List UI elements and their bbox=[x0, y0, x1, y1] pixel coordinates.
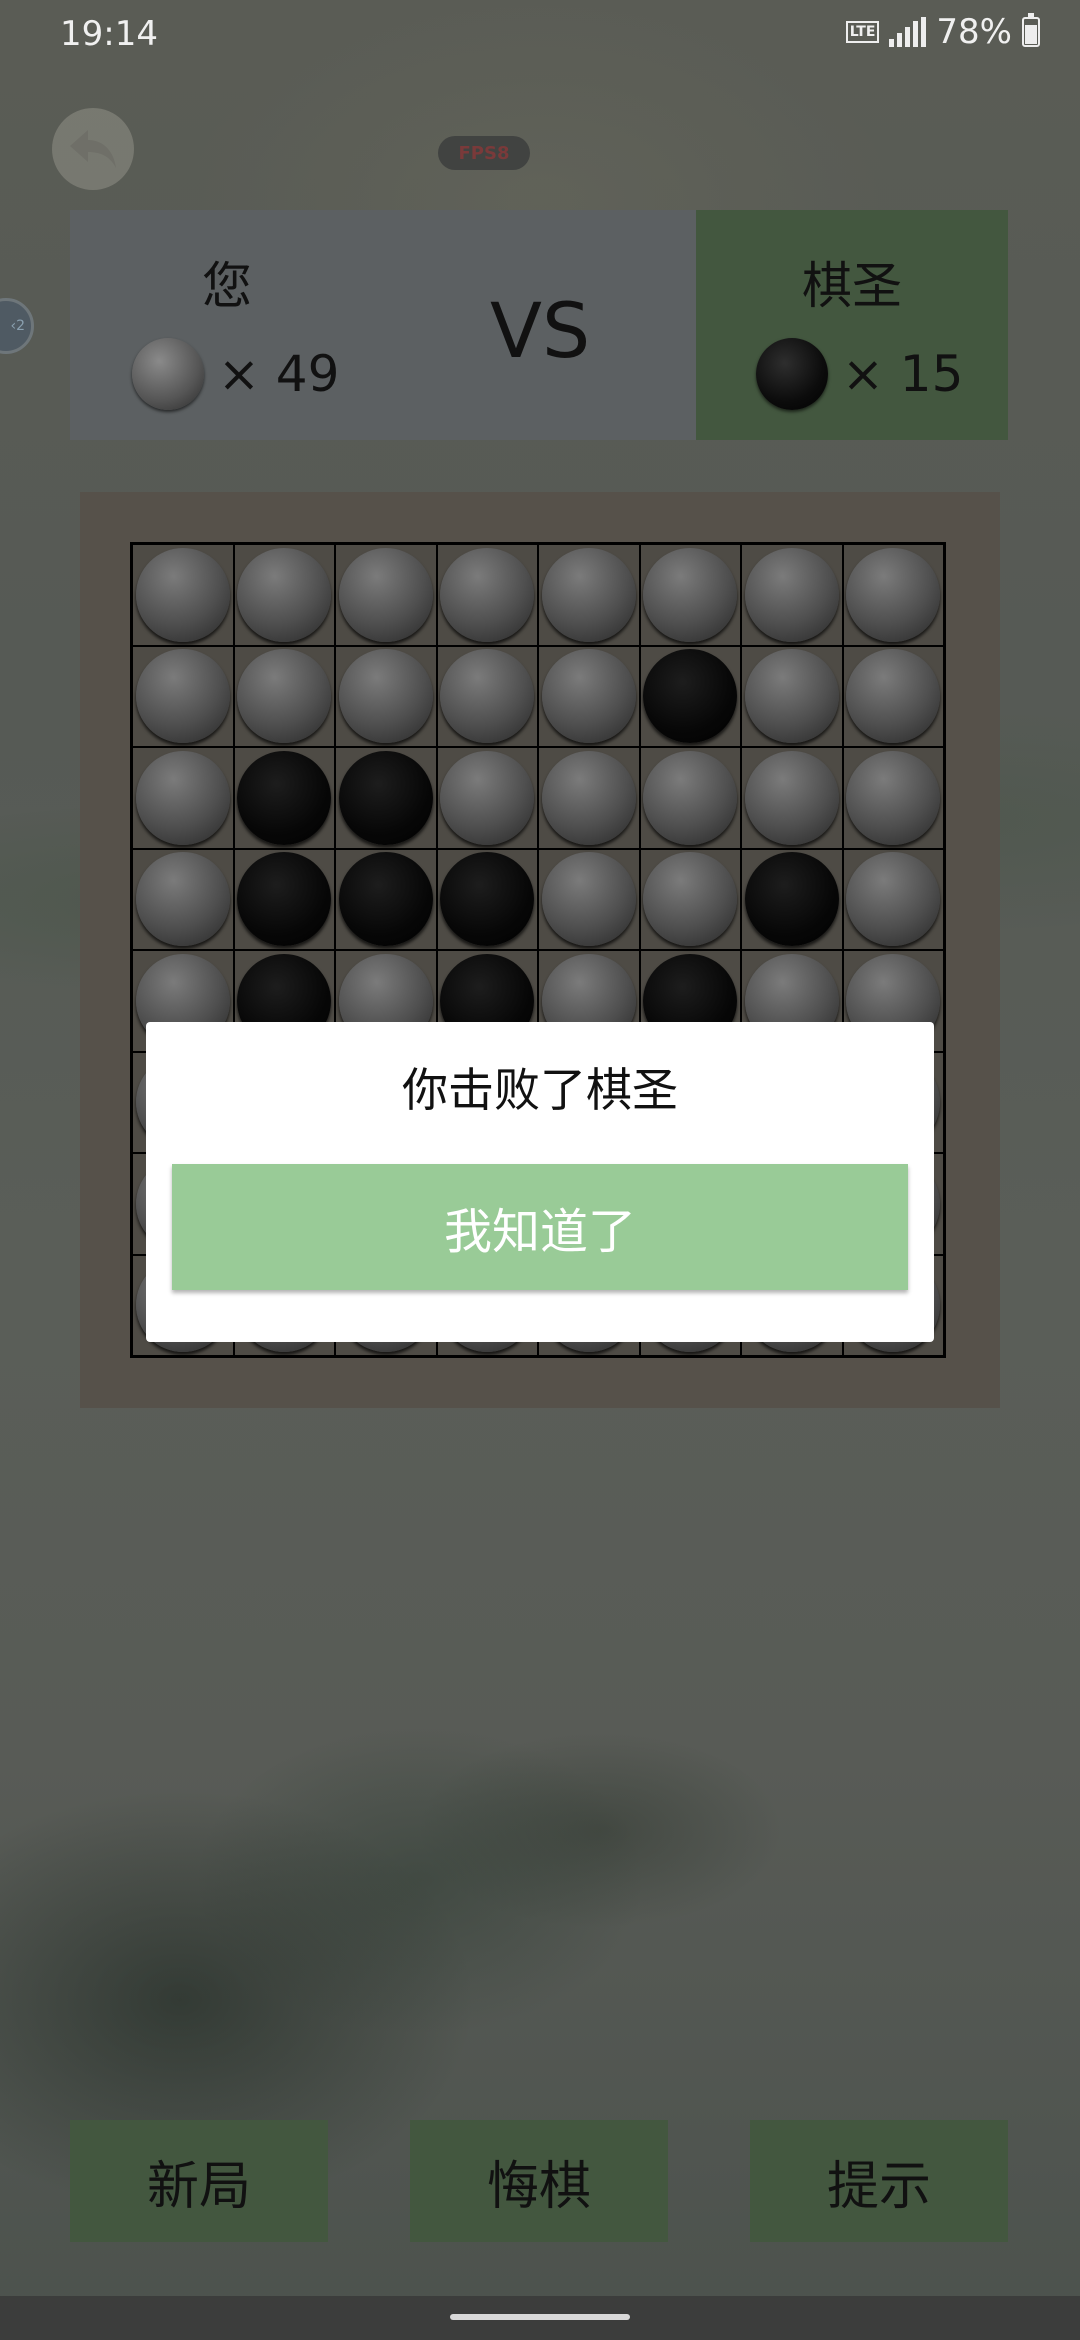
board-cell[interactable] bbox=[436, 848, 538, 950]
hint-button[interactable]: 提示 bbox=[750, 2120, 1008, 2242]
board-cell[interactable] bbox=[233, 544, 335, 646]
black-stone bbox=[643, 649, 738, 744]
gray-stone bbox=[643, 547, 738, 642]
gray-stone bbox=[541, 852, 636, 947]
player-count: × 49 bbox=[218, 345, 340, 403]
black-stone bbox=[237, 852, 332, 947]
board-cell[interactable] bbox=[233, 645, 335, 747]
board-cell[interactable] bbox=[639, 645, 741, 747]
result-message: 你击败了棋圣 bbox=[402, 1063, 678, 1117]
battery-icon bbox=[1022, 13, 1040, 47]
status-time: 19:14 bbox=[60, 14, 158, 54]
black-piece-icon bbox=[756, 338, 828, 410]
gray-piece-icon bbox=[132, 338, 204, 410]
lte-icon: LTE bbox=[845, 21, 880, 43]
gray-stone bbox=[846, 750, 941, 845]
board-cell[interactable] bbox=[132, 747, 234, 849]
board-cell[interactable] bbox=[741, 544, 843, 646]
gray-stone bbox=[338, 649, 433, 744]
gray-stone bbox=[846, 547, 941, 642]
status-bar: 19:14 LTE 78% bbox=[0, 0, 1080, 70]
gray-stone bbox=[338, 547, 433, 642]
confirm-button[interactable]: 我知道了 bbox=[172, 1164, 908, 1290]
board-cell[interactable] bbox=[741, 747, 843, 849]
gray-stone bbox=[440, 649, 535, 744]
gray-stone bbox=[135, 649, 230, 744]
gray-stone bbox=[744, 750, 839, 845]
gray-stone bbox=[135, 547, 230, 642]
board-cell[interactable] bbox=[538, 747, 640, 849]
board-cell[interactable] bbox=[842, 544, 944, 646]
board-cell[interactable] bbox=[842, 645, 944, 747]
board-cell[interactable] bbox=[233, 747, 335, 849]
black-stone bbox=[338, 852, 433, 947]
opponent-panel: 棋圣 × 15 bbox=[696, 210, 1008, 440]
gray-stone bbox=[541, 547, 636, 642]
board-cell[interactable] bbox=[741, 645, 843, 747]
back-arrow-glyph bbox=[70, 130, 116, 168]
board-cell[interactable] bbox=[335, 645, 437, 747]
board-cell[interactable] bbox=[538, 645, 640, 747]
board-cell[interactable] bbox=[335, 747, 437, 849]
gray-stone bbox=[846, 852, 941, 947]
board-cell[interactable] bbox=[639, 544, 741, 646]
signal-icon bbox=[889, 17, 927, 47]
board-cell[interactable] bbox=[639, 747, 741, 849]
opponent-count: × 15 bbox=[842, 345, 964, 403]
undo-arrow-icon[interactable] bbox=[52, 108, 134, 190]
player-name: 您 bbox=[202, 257, 252, 315]
board-cell[interactable] bbox=[335, 848, 437, 950]
gray-stone bbox=[135, 750, 230, 845]
opponent-name: 棋圣 bbox=[802, 257, 902, 315]
gray-stone bbox=[744, 547, 839, 642]
navigation-bar bbox=[0, 2296, 1080, 2340]
gray-stone bbox=[135, 852, 230, 947]
board-cell[interactable] bbox=[132, 848, 234, 950]
gray-stone bbox=[541, 750, 636, 845]
gray-stone bbox=[237, 547, 332, 642]
gray-stone bbox=[744, 649, 839, 744]
board-cell[interactable] bbox=[741, 848, 843, 950]
board-cell[interactable] bbox=[842, 747, 944, 849]
board-cell[interactable] bbox=[335, 544, 437, 646]
board-cell[interactable] bbox=[842, 848, 944, 950]
new-game-button[interactable]: 新局 bbox=[70, 2120, 328, 2242]
black-stone bbox=[440, 852, 535, 947]
board-cell[interactable] bbox=[436, 544, 538, 646]
black-stone bbox=[338, 750, 433, 845]
board-cell[interactable] bbox=[233, 848, 335, 950]
black-stone bbox=[237, 750, 332, 845]
score-panel: 您 × 49 VS 棋圣 × 15 bbox=[70, 210, 1008, 440]
vs-label: VS bbox=[490, 286, 591, 375]
board-cell[interactable] bbox=[538, 848, 640, 950]
board-cell[interactable] bbox=[639, 848, 741, 950]
gray-stone bbox=[643, 750, 738, 845]
player-panel: 您 × 49 VS bbox=[70, 210, 696, 440]
fps-badge: FPS8 bbox=[438, 136, 530, 170]
board-cell[interactable] bbox=[436, 747, 538, 849]
gray-stone bbox=[541, 649, 636, 744]
board-cell[interactable] bbox=[132, 544, 234, 646]
board-cell[interactable] bbox=[538, 544, 640, 646]
battery-percent: 78% bbox=[936, 12, 1012, 52]
gray-stone bbox=[643, 852, 738, 947]
result-dialog: 你击败了棋圣 我知道了 bbox=[146, 1022, 934, 1342]
gray-stone bbox=[237, 649, 332, 744]
home-gesture-bar[interactable] bbox=[450, 2314, 630, 2320]
gray-stone bbox=[440, 750, 535, 845]
black-stone bbox=[744, 852, 839, 947]
board-cell[interactable] bbox=[132, 645, 234, 747]
gray-stone bbox=[440, 547, 535, 642]
board-cell[interactable] bbox=[436, 645, 538, 747]
undo-move-button[interactable]: 悔棋 bbox=[410, 2120, 668, 2242]
gray-stone bbox=[846, 649, 941, 744]
